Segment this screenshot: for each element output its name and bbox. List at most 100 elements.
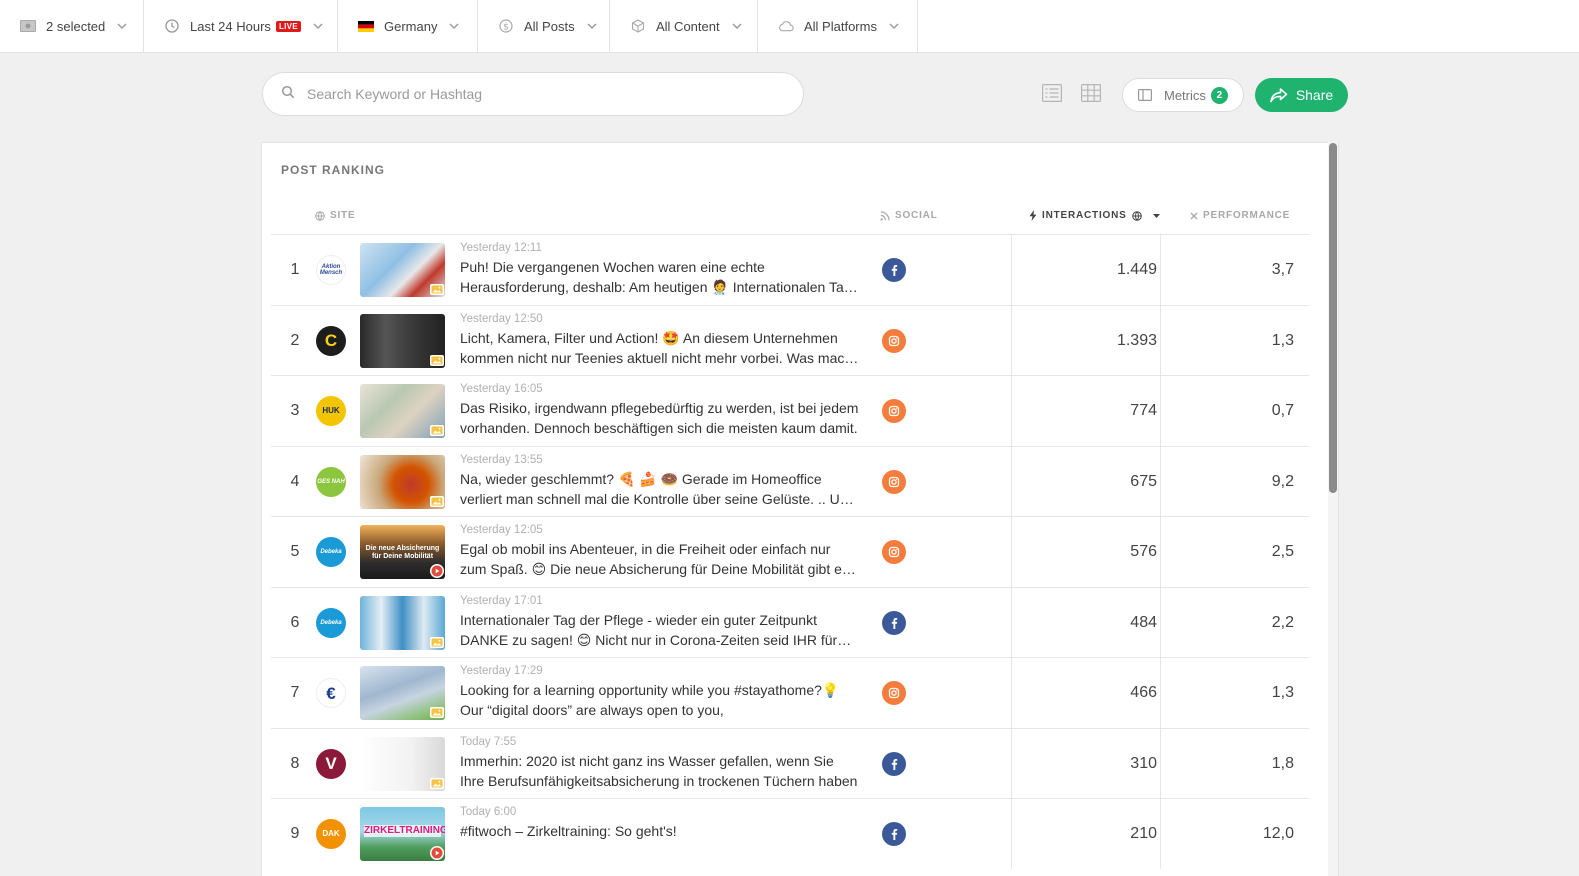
- instagram-icon[interactable]: [882, 469, 906, 494]
- filter-country[interactable]: Germany: [338, 0, 478, 52]
- site-avatar[interactable]: DAK: [316, 819, 346, 849]
- clock-icon: [164, 18, 180, 34]
- image-badge-icon: [430, 354, 444, 366]
- column-header-label: PERFORMANCE: [1203, 210, 1291, 221]
- column-divider: [1011, 376, 1012, 446]
- site-avatar[interactable]: Aktion Mensch: [316, 255, 346, 285]
- site-avatar-label: Debeka: [320, 549, 342, 555]
- column-header-site[interactable]: SITE: [315, 210, 355, 221]
- instagram-icon[interactable]: [882, 328, 906, 353]
- post-thumbnail[interactable]: [360, 666, 445, 720]
- lightning-icon: [1029, 210, 1042, 221]
- chevron-down-icon: [732, 21, 742, 31]
- grid-view-button[interactable]: [1080, 83, 1102, 106]
- search-input[interactable]: [307, 86, 767, 102]
- post-thumbnail[interactable]: [360, 736, 445, 791]
- post-text[interactable]: Puh! Die vergangenen Wochen waren eine e…: [460, 257, 860, 297]
- column-divider: [1011, 305, 1012, 376]
- post-meta: Yesterday 12:50 Licht, Kamera, Filter un…: [460, 313, 860, 368]
- post-thumbnail[interactable]: Die neue Absicherung für Deine Mobilität: [360, 525, 445, 579]
- filter-selection[interactable]: 2 selected: [0, 0, 144, 52]
- share-icon: [1270, 87, 1296, 103]
- post-text[interactable]: Internationaler Tag der Pflege - wieder …: [460, 610, 860, 650]
- performance-value: 1,3: [1271, 684, 1294, 701]
- column-header-label: INTERACTIONS: [1042, 210, 1127, 221]
- image-badge-icon: [430, 777, 444, 789]
- post-thumbnail[interactable]: [360, 595, 445, 650]
- filter-platforms[interactable]: All Platforms: [758, 0, 918, 52]
- performance-value: 3,7: [1271, 261, 1294, 278]
- post-text[interactable]: #fitwoch – Zirkeltraining: So geht's!: [460, 821, 860, 861]
- site-avatar-label: HUK: [322, 406, 340, 415]
- svg-text:$: $: [503, 22, 509, 32]
- interactions-value: 466: [1130, 684, 1157, 701]
- instagram-icon[interactable]: [882, 681, 906, 705]
- table-row[interactable]: 3 HUK Yesterday 16:05 Das Risiko, irgend…: [271, 375, 1309, 446]
- column-divider: [1011, 587, 1012, 658]
- site-avatar[interactable]: Debeka: [316, 607, 346, 638]
- interactions-value: 576: [1130, 543, 1157, 560]
- column-header-performance[interactable]: PERFORMANCE: [1190, 210, 1290, 221]
- site-avatar[interactable]: V: [316, 748, 346, 779]
- table-row[interactable]: 5 Debeka Die neue Absicherung für Deine …: [271, 516, 1309, 587]
- post-thumbnail[interactable]: [360, 313, 445, 368]
- table-row[interactable]: 6 Debeka Yesterday 17:01 Internationaler…: [271, 586, 1309, 658]
- post-text[interactable]: Das Risiko, irgendwann pflegebedürftig z…: [460, 398, 860, 438]
- post-thumbnail[interactable]: [360, 384, 445, 438]
- filter-post-type[interactable]: $ All Posts: [478, 0, 610, 52]
- post-list: 1 Aktion Mensch Yesterday 12:11 Puh! Die…: [271, 234, 1309, 869]
- interactions-value: 210: [1130, 825, 1157, 842]
- site-avatar[interactable]: GES NAH: [316, 466, 346, 497]
- site-avatar[interactable]: €: [316, 678, 346, 708]
- facebook-icon[interactable]: [882, 822, 906, 846]
- post-timestamp: Yesterday 12:05: [460, 524, 543, 536]
- rss-icon: [880, 210, 895, 221]
- video-badge-icon: [430, 846, 444, 860]
- table-row[interactable]: 1 Aktion Mensch Yesterday 12:11 Puh! Die…: [271, 234, 1309, 305]
- post-text[interactable]: Immerhin: 2020 ist nicht ganz ins Wasser…: [460, 751, 860, 791]
- cloud-icon: [778, 18, 794, 34]
- facebook-icon[interactable]: [882, 610, 906, 635]
- table-row[interactable]: 9 DAK ZIRKELTRAINING Today 6:00 #fitwoch…: [271, 798, 1309, 869]
- column-header-interactions[interactable]: INTERACTIONS: [1029, 210, 1165, 221]
- chevron-down-icon: [117, 21, 127, 31]
- table-row[interactable]: 7 € Yesterday 17:29 Looking for a learni…: [271, 657, 1309, 728]
- post-thumbnail[interactable]: ZIRKELTRAINING: [360, 807, 445, 861]
- post-text[interactable]: Egal ob mobil ins Abenteuer, in die Frei…: [460, 539, 860, 579]
- post-thumbnail[interactable]: [360, 454, 445, 509]
- column-divider: [1011, 799, 1012, 869]
- column-header-social[interactable]: SOCIAL: [880, 210, 938, 221]
- list-view-button[interactable]: [1041, 83, 1063, 107]
- rank-number: 2: [290, 331, 300, 349]
- post-text[interactable]: Na, wieder geschlemmt? 🍕 🍰 🍩 Gerade im H…: [460, 469, 860, 509]
- table-row[interactable]: 4 GES NAH Yesterday 13:55 Na, wieder ges…: [271, 445, 1309, 517]
- metrics-count-badge: 2: [1210, 86, 1228, 104]
- performance-value: 0,7: [1271, 402, 1294, 419]
- site-avatar[interactable]: Debeka: [316, 537, 346, 567]
- share-button[interactable]: Share: [1255, 78, 1348, 112]
- image-badge-icon: [430, 425, 444, 436]
- post-text[interactable]: Looking for a learning opportunity while…: [460, 680, 860, 720]
- list-view-icon: [1042, 83, 1062, 107]
- site-avatar[interactable]: HUK: [316, 396, 346, 426]
- instagram-icon[interactable]: [882, 399, 906, 423]
- chevron-down-icon: [889, 21, 899, 31]
- post-text[interactable]: Licht, Kamera, Filter und Action! 🤩 An d…: [460, 328, 860, 368]
- site-avatar-label: €: [326, 683, 336, 703]
- facebook-icon[interactable]: [882, 258, 906, 282]
- share-label: Share: [1295, 87, 1334, 103]
- table-row[interactable]: 2 C Yesterday 12:50 Licht, Kamera, Filte…: [271, 304, 1309, 376]
- post-thumbnail[interactable]: [360, 243, 445, 297]
- site-avatar[interactable]: C: [316, 325, 346, 356]
- table-row[interactable]: 8 V Today 7:55 Immerhin: 2020 ist nicht …: [271, 727, 1309, 799]
- interactions-value: 310: [1130, 754, 1157, 772]
- filter-time-range[interactable]: Last 24 Hours LIVE: [144, 0, 338, 52]
- post-meta: Yesterday 16:05 Das Risiko, irgendwann p…: [460, 383, 860, 438]
- box-icon: [630, 18, 646, 34]
- filter-content-type[interactable]: All Content: [610, 0, 758, 52]
- scrollbar-thumb[interactable]: [1329, 143, 1337, 493]
- facebook-icon[interactable]: [882, 751, 906, 776]
- metrics-button[interactable]: Metrics 2: [1122, 78, 1244, 112]
- instagram-icon[interactable]: [882, 540, 906, 564]
- interactions-value: 1.393: [1116, 331, 1157, 349]
